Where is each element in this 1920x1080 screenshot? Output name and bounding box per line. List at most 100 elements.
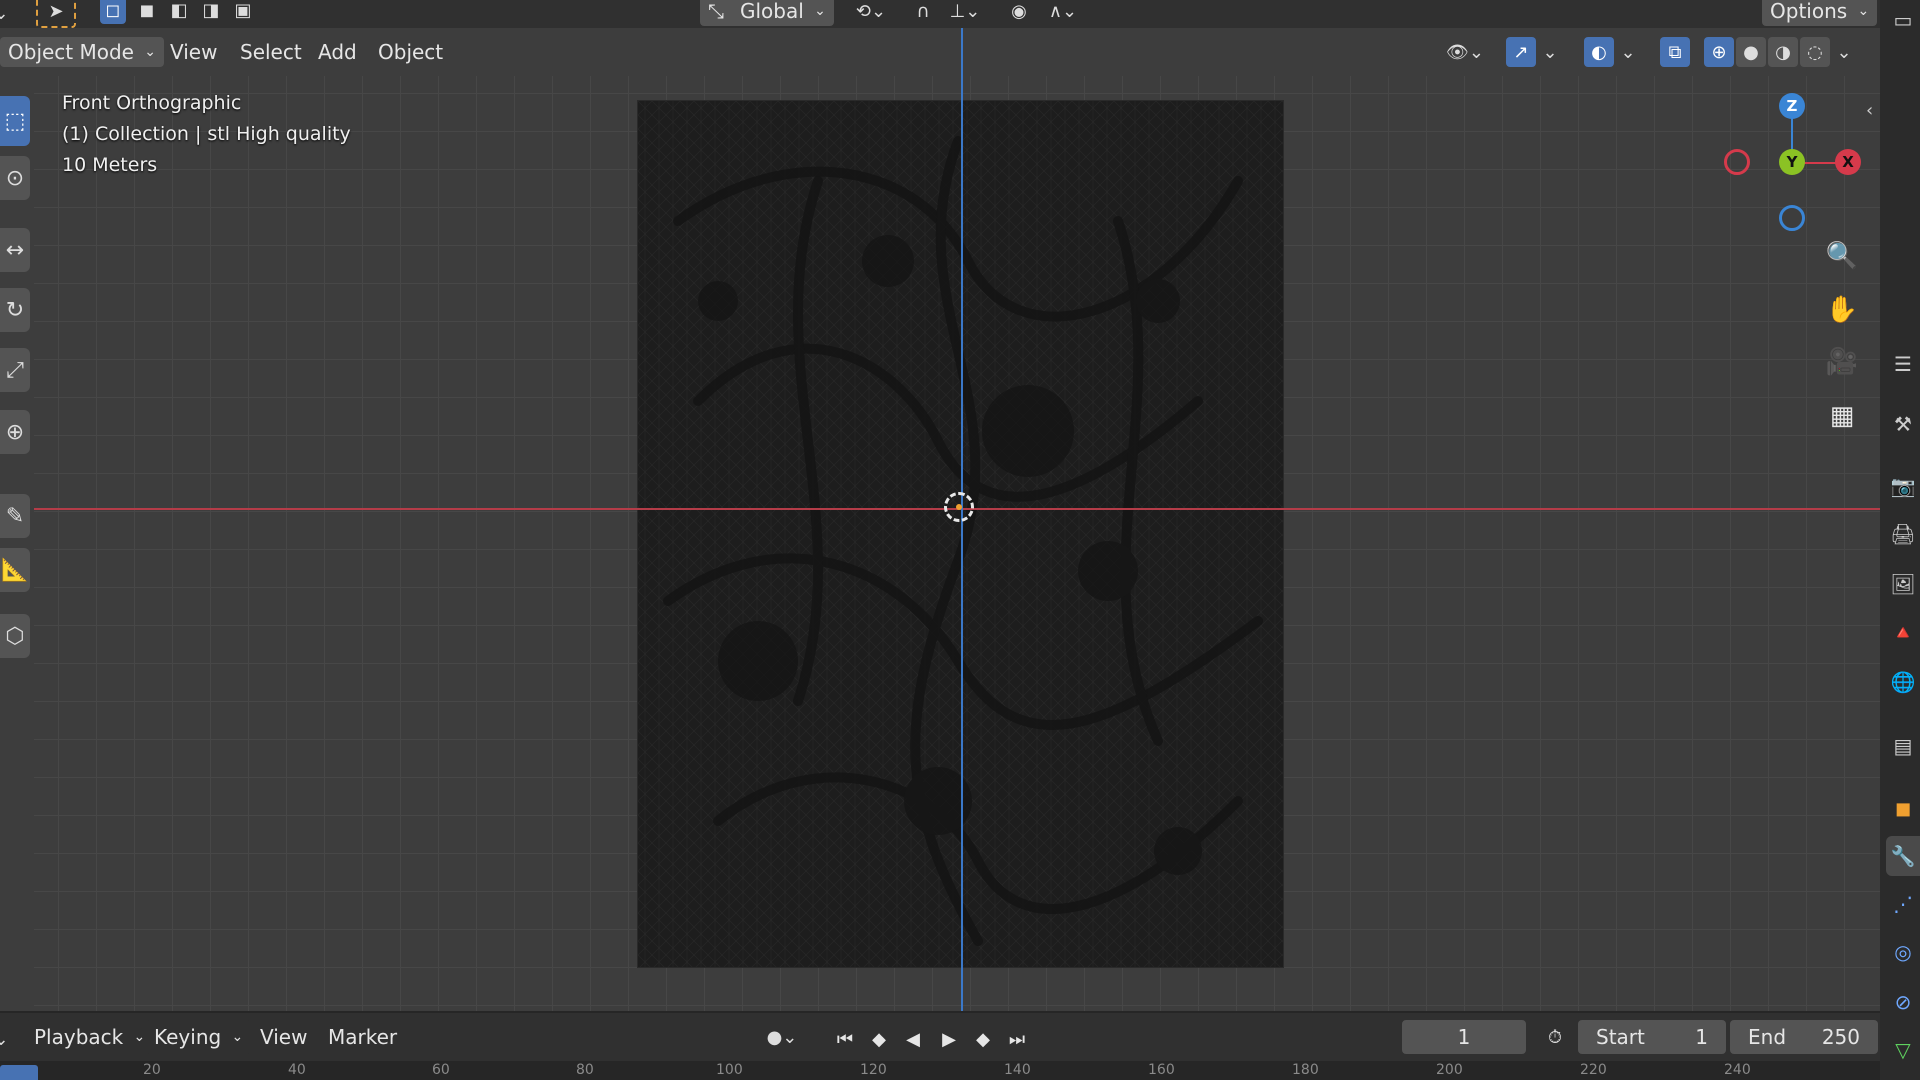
stopwatch-icon[interactable]: ⏱ [1540, 1022, 1570, 1052]
scale-tool-icon[interactable]: ⤢ [0, 348, 30, 392]
move-tool-icon[interactable]: ↔ [0, 228, 30, 272]
timeline-marker-menu[interactable]: Marker [320, 1022, 405, 1052]
select-new-mode-icon[interactable]: ◻ [100, 0, 126, 24]
playback-menu[interactable]: Playback ⌄ [26, 1020, 154, 1054]
zoom-icon[interactable]: 🔍 [1822, 236, 1862, 276]
physics-properties-icon[interactable]: ◎ [1886, 932, 1920, 972]
collapse-arrow-icon[interactable]: ‹ [1866, 100, 1873, 121]
viewport-left-strip [0, 76, 34, 1011]
visibility-eye-icon[interactable]: 👁⌄ [1440, 37, 1490, 67]
ruler-tick: 160 [1148, 1062, 1175, 1078]
jump-next-keyframe-icon[interactable]: ◆ [968, 1024, 998, 1054]
menu-object[interactable]: Object [370, 37, 451, 67]
current-frame-field[interactable]: 1 [1402, 1020, 1526, 1054]
proportional-edit-icon[interactable]: ◉ [1004, 0, 1034, 26]
chevron-down-icon[interactable]: ⌄ [1618, 37, 1638, 67]
chevron-down-icon: ⌄ [231, 1029, 244, 1045]
scene-properties-icon[interactable]: 🔺 [1886, 612, 1920, 652]
options-dropdown[interactable]: Options ⌄ [1762, 0, 1878, 26]
render-properties-icon[interactable]: 📷 [1886, 466, 1920, 506]
chevron-down-icon: ⌄ [814, 3, 826, 19]
playback-label: Playback [34, 1025, 124, 1049]
keying-menu[interactable]: Keying ⌄ [146, 1020, 252, 1054]
end-frame-field[interactable]: End 250 [1730, 1020, 1878, 1054]
origin-dot [956, 504, 962, 510]
select-invert-mode-icon[interactable]: ◨ [198, 0, 224, 24]
gizmo-toggle-icon[interactable]: ↗ [1506, 37, 1536, 67]
add-cube-tool-icon[interactable]: ⬡ [0, 614, 30, 658]
gizmo-y-axis[interactable]: Y [1779, 149, 1805, 175]
gizmo-z-axis[interactable]: Z [1779, 93, 1805, 119]
chevron-down-icon[interactable]: ⌄ [0, 0, 16, 28]
object-properties-icon[interactable]: ◼ [1886, 788, 1920, 828]
select-extend-mode-icon[interactable]: ◼ [134, 0, 160, 24]
3d-cursor[interactable] [944, 492, 974, 522]
chevron-down-icon[interactable]: ⌄ [0, 1024, 16, 1054]
timeline-view-menu[interactable]: View [252, 1022, 315, 1052]
scale-label: 10 Meters [62, 154, 158, 176]
record-keyframe-icon[interactable]: ●⌄ [754, 1022, 810, 1052]
measure-tool-icon[interactable]: 📐 [0, 548, 30, 592]
end-value: 250 [1821, 1025, 1860, 1049]
constraints-properties-icon[interactable]: ⊘ [1886, 982, 1920, 1022]
transform-tool-icon[interactable]: ⊕ [0, 410, 30, 454]
snap-target-icon[interactable]: ⊥⌄ [940, 0, 990, 26]
collection-label: (1) Collection | stl High quality [62, 123, 351, 145]
menu-add[interactable]: Add [310, 37, 365, 67]
play-reverse-icon[interactable]: ◀ [898, 1024, 928, 1054]
world-properties-icon[interactable]: 🌐 [1886, 662, 1920, 702]
tool-header: ⌄ ➤ ◻ ◼ ◧ ◨ ▣ ⤡ Global ⌄ ⟲⌄ ∩ ⊥⌄ ◉ ∧⌄ Op… [0, 0, 1880, 28]
falloff-curve-icon[interactable]: ∧⌄ [1038, 0, 1088, 26]
options-label: Options [1770, 0, 1848, 23]
annotate-tool-icon[interactable]: ✎ [0, 494, 30, 538]
material-shading-icon[interactable]: ◑ [1768, 37, 1798, 67]
mode-dropdown[interactable]: Object Mode ⌄ [0, 37, 164, 67]
select-subtract-mode-icon[interactable]: ◧ [166, 0, 192, 24]
output-properties-icon[interactable]: 🖨 [1886, 514, 1920, 554]
wireframe-shading-icon[interactable]: ⊕ [1704, 37, 1734, 67]
menu-view[interactable]: View [162, 37, 225, 67]
overlays-toggle-icon[interactable]: ◐ [1584, 37, 1614, 67]
ruler-tick: 40 [288, 1062, 306, 1078]
tool-settings-icon[interactable]: ☰ [1886, 344, 1920, 384]
select-intersect-mode-icon[interactable]: ▣ [230, 0, 256, 24]
chevron-down-icon[interactable]: ⌄ [1834, 37, 1854, 67]
particles-properties-icon[interactable]: ⋰ [1886, 884, 1920, 924]
gizmo-neg-x-axis[interactable] [1724, 149, 1750, 175]
editor-type-icon[interactable]: ▭ [1886, 0, 1920, 40]
end-label: End [1748, 1025, 1787, 1049]
rotate-tool-icon[interactable]: ↻ [0, 288, 30, 332]
transform-orientation-dropdown[interactable]: ⤡ Global ⌄ [700, 0, 834, 26]
xray-toggle-icon[interactable]: ⧉ [1660, 37, 1690, 67]
rendered-shading-icon[interactable]: ◌ [1800, 37, 1830, 67]
collection-properties-icon[interactable]: ▤ [1886, 726, 1920, 766]
data-properties-icon[interactable]: ▽ [1886, 1030, 1920, 1070]
solid-shading-icon[interactable]: ● [1736, 37, 1766, 67]
jump-start-icon[interactable]: ⏮ [830, 1024, 860, 1054]
grid-ortho-icon[interactable]: ▦ [1822, 396, 1862, 436]
playhead-marker[interactable] [0, 1065, 38, 1080]
select-box-tool-icon[interactable]: ⬚ [0, 96, 30, 146]
snap-magnet-icon[interactable]: ∩ [908, 0, 938, 26]
tool-tab-icon[interactable]: ⚒ [1886, 404, 1920, 444]
select-cursor-icon[interactable]: ➤ [36, 0, 76, 28]
chevron-down-icon: ⌄ [1857, 3, 1870, 19]
view-layer-icon[interactable]: 🖼 [1886, 564, 1920, 604]
modifier-properties-icon[interactable]: 🔧 [1886, 836, 1920, 876]
menu-select[interactable]: Select [232, 37, 310, 67]
gizmo-neg-z-axis[interactable] [1779, 205, 1805, 231]
jump-end-icon[interactable]: ⏭ [1002, 1024, 1032, 1054]
ruler-tick: 220 [1580, 1062, 1607, 1078]
chevron-down-icon[interactable]: ⌄ [1540, 37, 1560, 67]
ruler-tick: 20 [143, 1062, 161, 1078]
cursor-tool-icon[interactable]: ⊙ [0, 156, 30, 200]
pan-hand-icon[interactable]: ✋ [1822, 290, 1862, 330]
gizmo-x-axis[interactable]: X [1835, 149, 1861, 175]
pivot-point-icon[interactable]: ⟲⌄ [848, 0, 894, 26]
start-frame-field[interactable]: Start 1 [1578, 1020, 1726, 1054]
jump-prev-keyframe-icon[interactable]: ◆ [864, 1024, 894, 1054]
ruler-tick: 240 [1724, 1062, 1751, 1078]
play-icon[interactable]: ▶ [934, 1024, 964, 1054]
camera-icon[interactable]: 🎥 [1822, 342, 1862, 382]
ruler-tick: 100 [716, 1062, 743, 1078]
